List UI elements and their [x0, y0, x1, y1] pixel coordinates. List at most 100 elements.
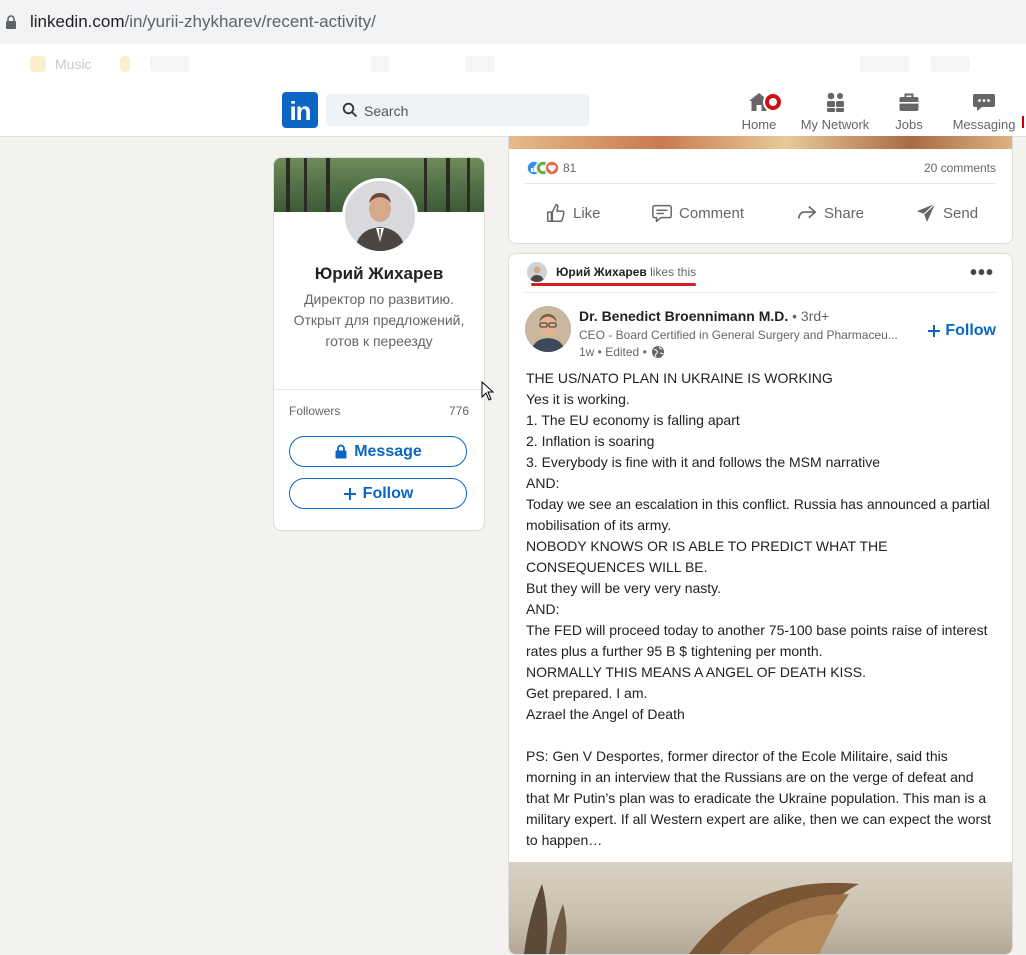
lock-icon	[335, 444, 347, 459]
plus-icon	[928, 325, 941, 337]
bookmark-item[interactable]	[860, 56, 910, 72]
nav-home[interactable]: Home	[719, 90, 799, 132]
profile-name[interactable]: Юрий Жихарев	[274, 264, 484, 284]
url-domain: linkedin.com	[30, 12, 125, 31]
bookmark-item[interactable]	[465, 56, 495, 72]
mouse-cursor-icon	[481, 381, 495, 401]
linkedin-header: in Search Home My Network Jobs Messaging	[0, 86, 1026, 137]
search-placeholder: Search	[364, 103, 409, 119]
browser-address-bar[interactable]: linkedin.com/in/yurii-zhykharev/recent-a…	[0, 0, 1026, 45]
post-line: NORMALLY THIS MEANS A ANGEL OF DEATH KIS…	[526, 664, 866, 680]
bookmark-item[interactable]	[930, 56, 970, 72]
profile-card: Юрий Жихарев Директор по развитию. Откры…	[273, 157, 485, 531]
post-line: The FED will proceed today to another 75…	[526, 622, 988, 659]
bookmark-icon[interactable]	[30, 56, 46, 72]
liker-avatar[interactable]	[527, 262, 547, 282]
nav-my-network[interactable]: My Network	[794, 90, 876, 132]
globe-icon	[651, 346, 664, 358]
followers-count: 776	[448, 404, 469, 418]
notification-badge	[763, 92, 783, 112]
follow-author-button[interactable]: Follow	[927, 322, 996, 340]
post-line: Yes it is working.	[526, 391, 630, 407]
post-body: THE US/NATO PLAN IN UKRAINE IS WORKING Y…	[526, 368, 998, 851]
post-line: Azrael the Angel of Death	[526, 706, 685, 722]
nav-edge-marker	[1022, 116, 1024, 128]
share-label: Share	[824, 204, 865, 222]
nav-home-label: Home	[741, 117, 777, 132]
red-underline-annotation	[531, 283, 696, 286]
post-line: PS: Gen V Desportes, former director of …	[526, 748, 992, 848]
profile-headline: Директор по развитию. Открыт для предлож…	[293, 291, 465, 349]
post-image[interactable]	[509, 136, 1012, 149]
divider	[525, 183, 995, 184]
nav-messaging-label: Messaging	[952, 117, 1016, 132]
author-name[interactable]: Dr. Benedict Broennimann M.D.	[579, 308, 788, 324]
nav-my-network-label: My Network	[800, 117, 870, 132]
author-avatar[interactable]	[525, 306, 571, 352]
post-line: But they will be very very nasty.	[526, 580, 722, 596]
message-button[interactable]: Message	[289, 436, 467, 467]
like-icon	[547, 204, 565, 222]
send-button[interactable]: Send	[915, 202, 978, 224]
send-icon	[916, 203, 936, 223]
post-line	[526, 725, 998, 746]
post-line: THE US/NATO PLAN IN UKRAINE IS WORKING	[526, 370, 833, 386]
lock-icon	[6, 15, 16, 29]
comments-count[interactable]: 20 comments	[924, 161, 996, 175]
search-icon	[342, 102, 358, 118]
post-line: 1. The EU economy is falling apart	[526, 412, 740, 428]
nav-jobs[interactable]: Jobs	[869, 90, 949, 132]
divider	[274, 389, 484, 390]
bookmark-item[interactable]	[370, 56, 390, 72]
search-input[interactable]: Search	[326, 94, 589, 126]
bookmark-music[interactable]: Music	[55, 56, 92, 72]
post-meta: 1w • Edited •	[579, 345, 665, 359]
plus-icon	[343, 487, 356, 500]
linkedin-logo[interactable]: in	[282, 92, 318, 128]
share-button[interactable]: Share	[796, 202, 864, 224]
jobs-icon	[899, 93, 919, 111]
post-line: Get prepared. I am.	[526, 685, 648, 701]
post-image[interactable]	[509, 862, 1012, 954]
post-line: Today we see an escalation in this confl…	[526, 496, 990, 533]
comment-label: Comment	[679, 204, 745, 222]
share-icon	[797, 205, 817, 219]
send-label: Send	[943, 204, 979, 222]
post-line: NOBODY KNOWS OR IS ABLE TO PREDICT WHAT …	[526, 538, 888, 575]
liker-action: likes this	[650, 265, 697, 279]
message-button-label: Message	[354, 442, 422, 460]
reaction-count[interactable]: 81	[563, 161, 576, 175]
nav-jobs-label: Jobs	[895, 117, 923, 132]
connection-degree: • 3rd+	[792, 308, 830, 324]
more-options-icon[interactable]: •••	[970, 262, 994, 285]
follow-button[interactable]: Follow	[289, 478, 467, 509]
post-line: 2. Inflation is soaring	[526, 433, 655, 449]
network-icon	[827, 92, 844, 112]
liker-line: Юрий Жихарев likes this	[556, 265, 696, 279]
post-meta-text: 1w • Edited •	[579, 345, 647, 359]
author-title: CEO - Board Certified in General Surgery…	[579, 328, 898, 342]
liker-name[interactable]: Юрий Жихарев	[556, 265, 647, 279]
post-line: AND:	[526, 601, 560, 617]
url-path: /in/yurii-zhykharev/recent-activity/	[124, 12, 376, 31]
like-label: Like	[573, 204, 601, 222]
profile-avatar[interactable]	[342, 178, 418, 254]
nav-messaging[interactable]: Messaging	[944, 90, 1024, 132]
divider	[525, 292, 995, 293]
post-card: 81 20 comments Like Comment Share Send	[508, 136, 1013, 244]
bookmarks-bar: Music	[0, 44, 1026, 87]
followers-label: Followers	[289, 404, 341, 418]
reactions-icon[interactable]	[526, 160, 562, 176]
like-button[interactable]: Like	[545, 202, 601, 224]
url-text[interactable]: linkedin.com/in/yurii-zhykharev/recent-a…	[30, 12, 376, 32]
comment-icon	[652, 204, 672, 223]
messaging-icon	[973, 94, 995, 111]
post-line: AND:	[526, 475, 560, 491]
bookmark-icon[interactable]	[120, 56, 130, 72]
comment-button[interactable]: Comment	[651, 202, 744, 224]
bookmark-item[interactable]	[150, 56, 190, 72]
author-name-line: Dr. Benedict Broennimann M.D. • 3rd+	[579, 308, 829, 324]
follow-author-label: Follow	[945, 322, 996, 339]
post-line: 3. Everybody is fine with it and follows…	[526, 454, 881, 470]
post-card: Юрий Жихарев likes this ••• Dr. Benedict…	[508, 253, 1013, 955]
